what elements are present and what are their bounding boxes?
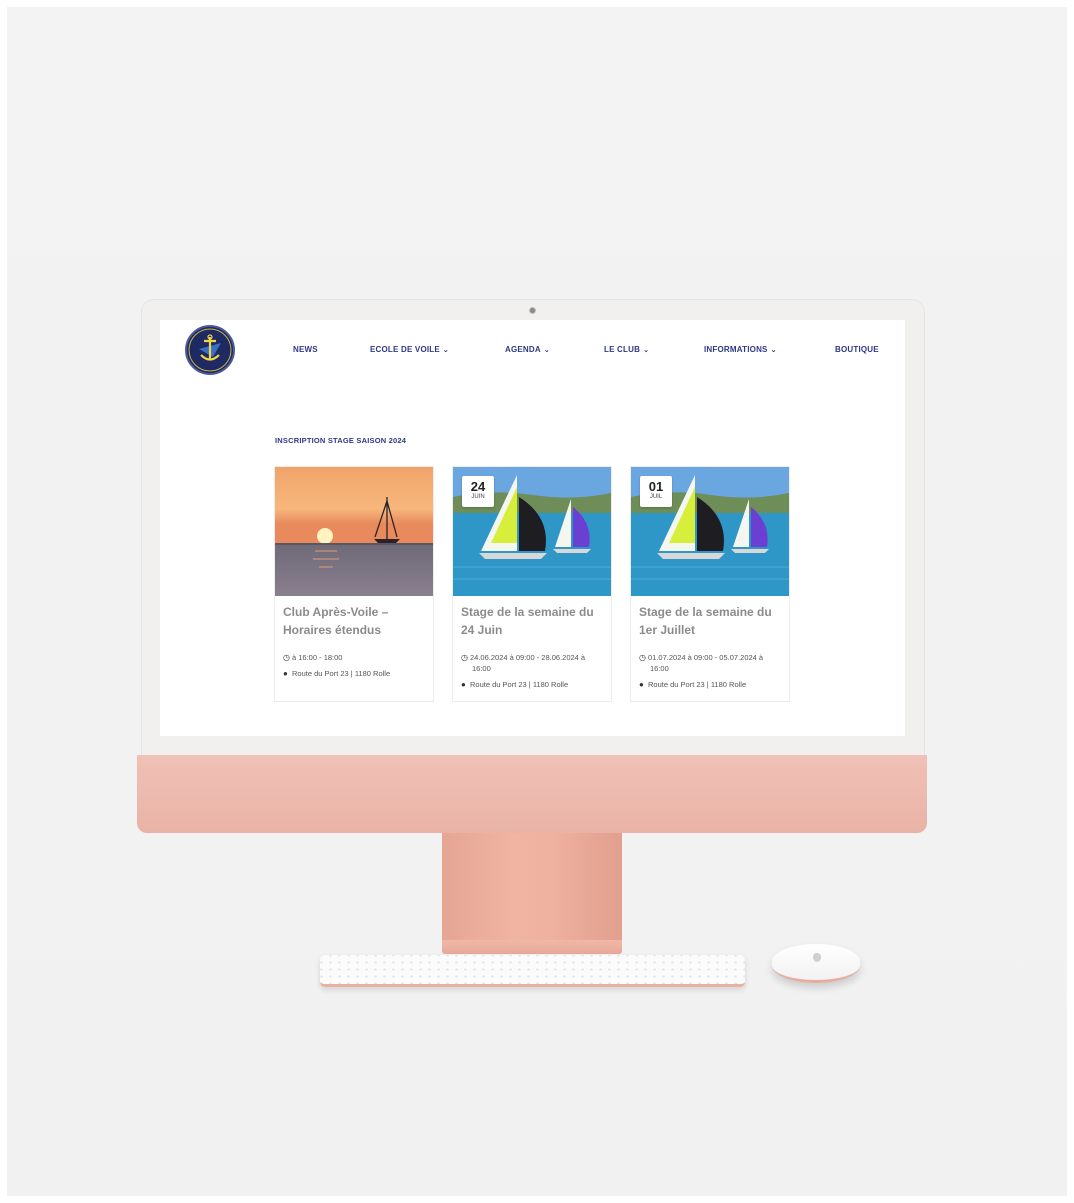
clock-icon: ◷ [639,653,646,662]
event-date-month: JUIN [471,494,485,500]
event-location-text: Route du Port 23 | 1180 Rolle [648,680,747,689]
website-screen: NEWS ECOLE DE VOILE ⌄ AGENDA ⌄ LE CLUB ⌄ IN… [160,320,905,736]
event-card[interactable]: Club Après-Voile – Horaires étendus ◷ à 1… [274,466,434,702]
event-location: ● Route du Port 23 | 1180 Rolle [639,679,787,690]
map-pin-icon: ● [283,669,288,678]
nav-label: INFORMATIONS [704,345,768,354]
nav-informations[interactable]: INFORMATIONS ⌄ [704,345,777,354]
event-location-text: Route du Port 23 | 1180 Rolle [292,669,391,678]
imac-chin [137,755,927,833]
nav-label: ECOLE DE VOILE [370,345,440,354]
event-time: ◷ 24.06.2024 à 09:00 - 28.06.2024 à 16:00 [461,652,609,674]
chevron-down-icon: ⌄ [770,347,777,354]
nav-label: LE CLUB [604,345,641,354]
apple-logo-icon [813,953,821,962]
keyboard [320,955,745,987]
event-time-text: 01.07.2024 à 09:00 - 05.07.2024 à [648,653,764,662]
chevron-down-icon: ⌄ [643,347,650,354]
event-title[interactable]: Stage de la semaine du 1er Juillet [639,603,785,639]
event-time-cont: 16:00 [650,664,669,673]
event-location: ● Route du Port 23 | 1180 Rolle [283,668,431,679]
main-nav: NEWS ECOLE DE VOILE ⌄ AGENDA ⌄ LE CLUB ⌄ IN… [160,345,905,359]
event-title[interactable]: Stage de la semaine du 24 Juin [461,603,607,639]
nav-label: BOUTIQUE [835,345,879,354]
event-location: ● Route du Port 23 | 1180 Rolle [461,679,609,690]
event-location-text: Route du Port 23 | 1180 Rolle [470,680,569,689]
event-time: ◷ 01.07.2024 à 09:00 - 05.07.2024 à 16:00 [639,652,787,674]
clock-icon: ◷ [283,653,290,662]
event-time: ◷ à 16:00 - 18:00 [283,652,431,663]
event-image-sunset-sailboat[interactable] [275,467,433,596]
imac-stand [442,833,622,948]
event-time-text: 24.06.2024 à 09:00 - 28.06.2024 à [470,653,586,662]
nav-label: NEWS [293,345,318,354]
section-title: INSCRIPTION STAGE SAISON 2024 [275,436,407,445]
nav-label: AGENDA [505,345,541,354]
nav-le-club[interactable]: LE CLUB ⌄ [604,345,649,354]
map-pin-icon: ● [461,680,466,689]
mouse [772,944,860,983]
imac-stand-foot [442,940,622,954]
event-date-badge: 24 JUIN [462,476,494,507]
nav-ecole-de-voile[interactable]: ECOLE DE VOILE ⌄ [370,345,449,354]
camera-icon [529,307,536,314]
event-date-month: JUIL [649,494,663,500]
nav-news[interactable]: NEWS [293,345,318,354]
event-time-text: à 16:00 - 18:00 [292,653,343,662]
map-pin-icon: ● [639,680,644,689]
chevron-down-icon: ⌄ [543,347,550,354]
event-date-badge: 01 JUIL [640,476,672,507]
event-card[interactable]: 24 JUIN Stage de la semaine du 24 Juin ◷… [452,466,612,702]
event-date-day: 24 [470,479,486,494]
nav-agenda[interactable]: AGENDA ⌄ [505,345,550,354]
event-title[interactable]: Club Après-Voile – Horaires étendus [283,603,429,639]
event-card[interactable]: 01 JUIL Stage de la semaine du 1er Juill… [630,466,790,702]
event-time-cont: 16:00 [472,664,491,673]
event-date-day: 01 [648,479,664,494]
clock-icon: ◷ [461,653,468,662]
chevron-down-icon: ⌄ [442,347,449,354]
nav-boutique[interactable]: BOUTIQUE [835,345,879,354]
